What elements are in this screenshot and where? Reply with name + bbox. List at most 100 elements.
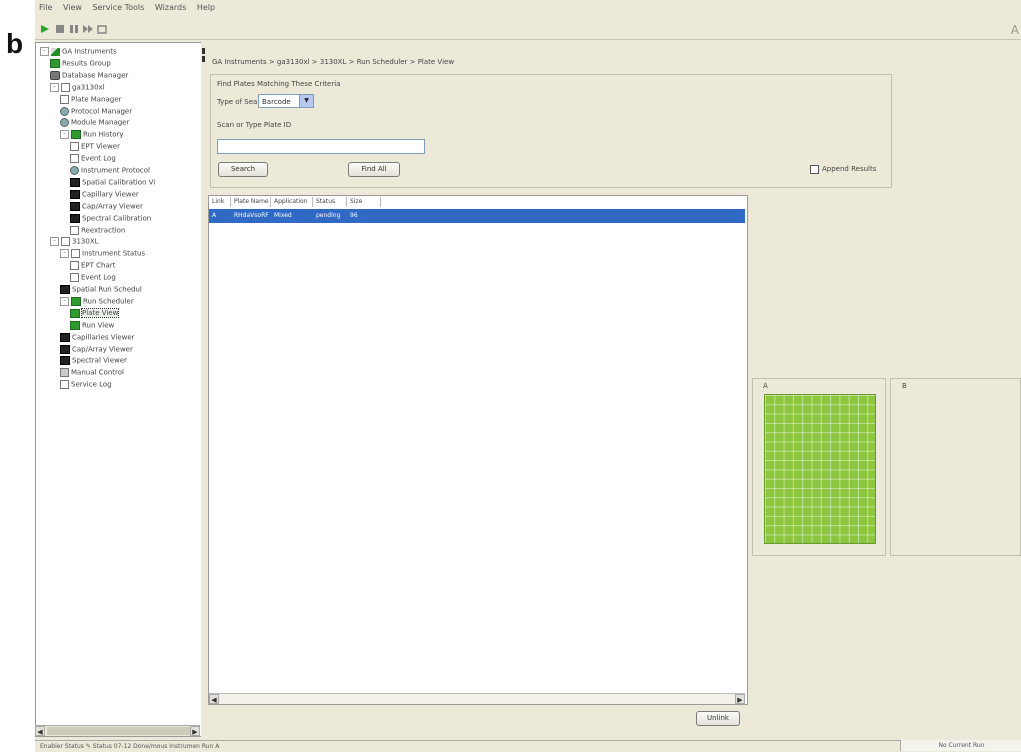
plate-b-label: B xyxy=(902,382,907,390)
table-row[interactable]: A RHdaVsoRF Mixed pending 96 xyxy=(209,209,745,223)
tree-node-icon xyxy=(51,47,60,56)
search-button[interactable]: Search xyxy=(218,162,268,177)
stop-icon[interactable] xyxy=(55,24,65,34)
play-icon[interactable] xyxy=(40,24,50,34)
menu-bar: File View Service Tools Wizards Help xyxy=(35,0,1021,18)
tree-item[interactable]: Spatial Calibration Vi xyxy=(70,177,156,187)
current-run-status: No Current Run xyxy=(900,740,1021,751)
plate-a-label: A xyxy=(763,382,768,390)
tree-node-icon xyxy=(50,58,60,68)
tree-item[interactable]: Capillaries Viewer xyxy=(60,332,135,342)
skip-icon[interactable] xyxy=(83,24,93,34)
tree-item[interactable]: Cap/Array Viewer xyxy=(60,344,133,354)
tree-item[interactable]: EPT Viewer xyxy=(70,142,120,152)
tree-item[interactable]: Database Manager xyxy=(50,70,128,80)
tree-item-label: Run View xyxy=(82,321,115,330)
tree-node-icon xyxy=(70,213,80,223)
tree-expander-icon[interactable]: - xyxy=(60,130,69,140)
tree-expander-icon[interactable]: - xyxy=(60,296,69,306)
cell-status: pending xyxy=(316,212,341,219)
scroll-thumb[interactable] xyxy=(47,727,199,735)
cell-link: A xyxy=(212,212,217,219)
table-horizontal-scrollbar[interactable]: ◀ ▶ xyxy=(209,693,745,704)
tree-item-label: Run Scheduler xyxy=(83,297,134,306)
tree-expander-icon[interactable]: - xyxy=(40,47,49,56)
plate-a-well-grid[interactable] xyxy=(764,394,876,544)
tree-node-icon xyxy=(70,261,79,271)
tree-item-label: 3130XL xyxy=(72,237,99,246)
tree-item[interactable]: Spectral Viewer xyxy=(60,356,127,366)
plate-id-input[interactable] xyxy=(217,139,425,154)
tree-expander-icon[interactable]: - xyxy=(50,237,59,247)
tree-item-label: Reextraction xyxy=(81,226,126,234)
menu-help[interactable]: Help xyxy=(193,0,219,12)
menu-service-tools[interactable]: Service Tools xyxy=(88,0,148,12)
tree-item[interactable]: Results Group xyxy=(50,58,111,68)
tree-node-icon xyxy=(70,142,79,152)
tree-item[interactable]: - Instrument Status xyxy=(60,249,145,259)
column-header-link[interactable]: Link xyxy=(209,197,231,207)
tree-item-label: Spatial Calibration Vi xyxy=(82,178,156,187)
unlink-button[interactable]: Unlink xyxy=(696,711,740,726)
search-criteria-panel xyxy=(210,74,892,188)
menu-view[interactable]: View xyxy=(59,0,86,12)
tree-item[interactable]: Event Log xyxy=(70,154,116,164)
plate-id-label: Scan or Type Plate ID xyxy=(217,121,292,129)
tree-item[interactable]: - Run History xyxy=(60,130,124,140)
splitter-handle[interactable] xyxy=(201,42,207,742)
tree-item[interactable]: - GA Instruments xyxy=(40,47,117,56)
tree-item[interactable]: Run View xyxy=(70,320,115,330)
tree-item[interactable]: Event Log xyxy=(70,273,116,283)
tree-item[interactable]: - 3130XL xyxy=(50,237,99,247)
tree-item-label: EPT Viewer xyxy=(81,142,120,151)
tree-horizontal-scrollbar[interactable]: ◀ ▶ xyxy=(35,725,200,736)
tree-item[interactable]: Module Manager xyxy=(60,118,129,128)
tree-node-icon xyxy=(70,225,79,235)
tree-expander-icon[interactable]: - xyxy=(50,82,59,92)
menu-wizards[interactable]: Wizards xyxy=(151,0,190,12)
tree-item-label: Spectral Viewer xyxy=(72,356,127,365)
tree-item[interactable]: Spectral Calibration xyxy=(70,213,151,223)
tree-item[interactable]: - Run Scheduler xyxy=(60,296,134,306)
tree-node-icon xyxy=(70,166,79,175)
tree-node-icon xyxy=(70,308,80,318)
append-results-checkbox[interactable] xyxy=(810,165,819,174)
scroll-left-icon[interactable]: ◀ xyxy=(209,694,219,704)
tree-node-icon xyxy=(70,273,79,283)
tree-item[interactable]: Plate Manager xyxy=(60,94,121,104)
menu-file[interactable]: File xyxy=(35,0,56,12)
column-header-status[interactable]: Status xyxy=(313,197,347,207)
scroll-left-icon[interactable]: ◀ xyxy=(35,726,45,736)
find-all-button[interactable]: Find All xyxy=(348,162,400,177)
tree-item[interactable]: - ga3130xl xyxy=(50,82,105,92)
clear-icon[interactable] xyxy=(97,24,107,34)
tree-expander-icon[interactable]: - xyxy=(60,249,69,259)
scroll-right-icon[interactable]: ▶ xyxy=(735,694,745,704)
pause-icon[interactable] xyxy=(69,24,79,34)
tree-item[interactable]: Instrument Protocol xyxy=(70,166,150,175)
tree-node-icon xyxy=(60,380,69,390)
tree-item[interactable]: EPT Chart xyxy=(70,261,115,271)
column-header-application[interactable]: Application xyxy=(271,197,313,207)
tree-item-label: Run History xyxy=(83,130,124,139)
tree-item[interactable]: Cap/Array Viewer xyxy=(70,201,143,211)
tree-node-icon xyxy=(60,118,69,128)
column-header-size[interactable]: Size xyxy=(347,197,381,207)
search-type-select[interactable]: Barcode ▼ xyxy=(258,94,314,108)
navigation-tree[interactable]: - GA Instruments Results Group Database Man… xyxy=(35,42,202,737)
scroll-right-icon[interactable]: ▶ xyxy=(190,726,200,736)
column-header-plate-name[interactable]: Plate Name xyxy=(231,197,271,207)
tree-item[interactable]: Spatial Run Schedul xyxy=(60,285,142,294)
tree-item-label: GA Instruments xyxy=(62,47,117,56)
tree-item[interactable]: Manual Control xyxy=(60,368,124,378)
tree-node-icon xyxy=(60,344,70,354)
tree-item[interactable]: Plate View xyxy=(70,308,120,319)
tree-item[interactable]: Service Log xyxy=(60,380,112,390)
tree-item[interactable]: Protocol Manager xyxy=(60,106,132,116)
tree-item[interactable]: Reextraction xyxy=(70,225,126,235)
collapse-arrow-icon[interactable] xyxy=(202,48,205,54)
tree-item-label: Service Log xyxy=(71,380,112,389)
tree-item[interactable]: Capillary Viewer xyxy=(70,189,139,199)
expand-arrow-icon[interactable] xyxy=(202,56,205,62)
chevron-down-icon[interactable]: ▼ xyxy=(299,95,313,107)
